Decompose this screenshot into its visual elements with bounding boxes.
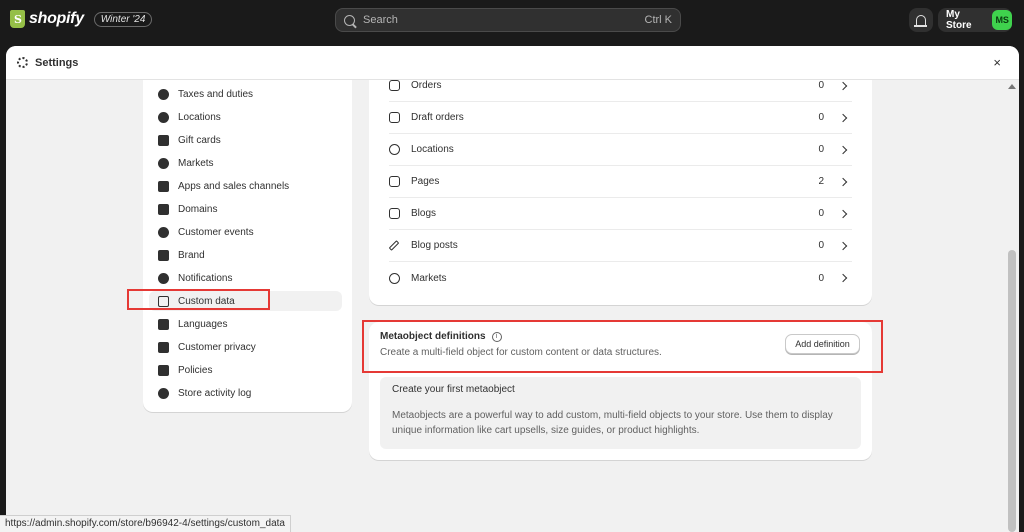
nav-item-customer-events[interactable]: Customer events	[149, 222, 342, 242]
definition-row-orders[interactable]: Orders 0	[389, 70, 852, 102]
nav-item-languages[interactable]: Languages	[149, 314, 342, 334]
metaobject-description: Create a multi-field object for custom c…	[380, 347, 662, 358]
search-placeholder: Search	[363, 14, 398, 26]
shopify-logo[interactable]: shopify Winter '24	[10, 10, 153, 28]
avatar: MS	[992, 10, 1012, 30]
edition-badge[interactable]: Winter '24	[93, 11, 153, 27]
activity-log-icon	[158, 387, 169, 399]
gear-icon	[17, 57, 28, 68]
page-icon	[389, 176, 400, 187]
chevron-right-icon	[838, 113, 848, 122]
chevron-right-icon	[838, 145, 848, 154]
bell-icon	[158, 272, 169, 284]
metaobject-definitions-card: Metaobject definitions i Create a multi-…	[369, 322, 872, 460]
definition-row-blogs[interactable]: Blogs 0	[389, 198, 852, 230]
chevron-right-icon	[838, 81, 848, 90]
chevron-right-icon	[838, 209, 848, 218]
definition-row-draft-orders[interactable]: Draft orders 0	[389, 102, 852, 134]
empty-state-text: Metaobjects are a powerful way to add cu…	[392, 410, 833, 436]
orders-icon	[389, 80, 400, 91]
page-scrollbar[interactable]	[1005, 80, 1019, 532]
nav-item-apps-and-sales-channels[interactable]: Apps and sales channels	[149, 176, 342, 196]
nav-item-policies[interactable]: Policies	[149, 360, 342, 380]
domain-icon	[158, 203, 169, 215]
pencil-icon	[388, 240, 400, 251]
search-shortcut: Ctrl K	[644, 14, 673, 26]
store-name: My Store	[946, 9, 972, 31]
scroll-up-arrow-icon[interactable]	[1008, 84, 1016, 89]
settings-title: Settings	[35, 56, 79, 69]
metaobject-empty-state: Create your first metaobject Metaobjects…	[380, 377, 861, 449]
nav-item-custom-data[interactable]: Custom data	[149, 291, 342, 311]
search-bar[interactable]: Search Ctrl K	[335, 8, 681, 32]
chevron-right-icon	[838, 177, 848, 186]
lock-icon	[158, 341, 169, 353]
policy-document-icon	[158, 364, 169, 376]
top-bar: shopify Winter '24 Search Ctrl K My Stor…	[0, 0, 1024, 40]
gift-card-icon	[158, 134, 169, 146]
chevron-right-icon	[838, 273, 848, 283]
brand-wand-icon	[158, 249, 169, 261]
logo-text: shopify	[29, 10, 84, 27]
location-pin-icon	[158, 111, 169, 123]
nav-item-gift-cards[interactable]: Gift cards	[149, 130, 342, 150]
language-icon	[158, 318, 169, 330]
chevron-right-icon	[838, 241, 848, 250]
info-icon[interactable]: i	[491, 331, 502, 342]
empty-state-title: Create your first metaobject	[392, 384, 515, 395]
globe-icon	[389, 272, 400, 284]
status-bar-url: https://admin.shopify.com/store/b96942-4…	[0, 515, 291, 532]
cursor-click-icon	[158, 226, 169, 238]
definition-row-blog-posts[interactable]: Blog posts 0	[388, 230, 852, 262]
nav-item-domains[interactable]: Domains	[149, 199, 342, 219]
nav-item-store-activity-log[interactable]: Store activity log	[149, 383, 342, 403]
nav-item-customer-privacy[interactable]: Customer privacy	[149, 337, 342, 357]
nav-item-notifications[interactable]: Notifications	[149, 268, 342, 288]
definition-row-markets[interactable]: Markets 0	[389, 262, 852, 294]
custom-data-icon	[158, 295, 169, 307]
store-menu-button[interactable]: My Store MS	[938, 8, 1012, 32]
nav-item-markets[interactable]: Markets	[149, 153, 342, 173]
definition-row-pages[interactable]: Pages 2	[389, 166, 852, 198]
nav-item-locations[interactable]: Locations	[149, 107, 342, 127]
metafield-definitions-card: Orders 0 Draft orders 0 Locations 0 Pages 2 …	[369, 80, 872, 305]
bell-icon	[914, 14, 927, 27]
shopify-bag-icon	[10, 10, 25, 28]
blog-icon	[389, 208, 400, 219]
add-definition-button[interactable]: Add definition	[785, 334, 860, 354]
globe-icon	[158, 157, 169, 169]
metaobject-definitions-heading: Metaobject definitions i	[380, 331, 502, 342]
definition-row-locations[interactable]: Locations 0	[389, 134, 852, 166]
money-bag-icon	[158, 88, 169, 100]
scrollbar-thumb[interactable]	[1008, 250, 1016, 532]
draft-order-icon	[389, 112, 400, 123]
settings-nav: Taxes and duties Locations Gift cards Ma…	[143, 80, 352, 412]
apps-grid-icon	[158, 180, 169, 192]
close-button[interactable]: ×	[993, 55, 1001, 70]
search-icon	[344, 14, 355, 26]
notifications-button[interactable]	[909, 8, 933, 32]
location-pin-icon	[389, 144, 400, 155]
nav-item-taxes-and-duties[interactable]: Taxes and duties	[149, 84, 342, 104]
nav-item-brand[interactable]: Brand	[149, 245, 342, 265]
